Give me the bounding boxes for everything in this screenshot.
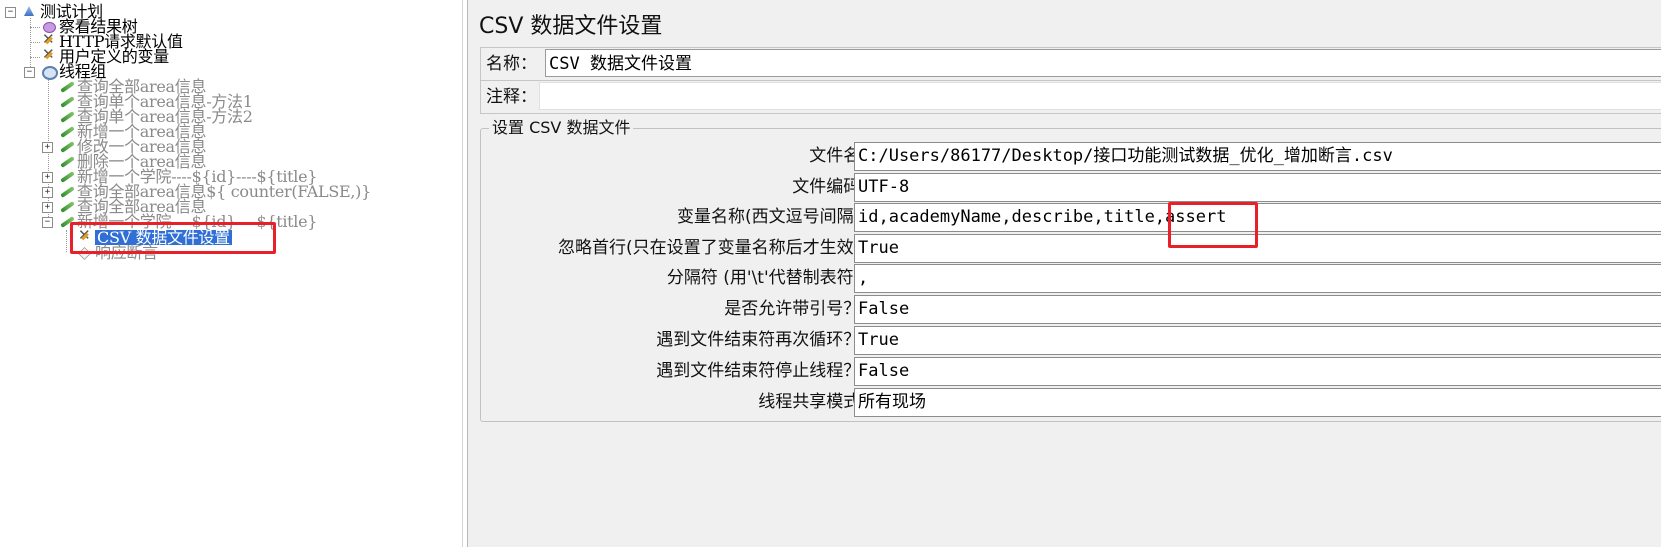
expand-toggle-query-all-2[interactable]: +: [42, 202, 53, 213]
sampler-icon: [58, 109, 76, 124]
collapse-toggle-add-academy-2[interactable]: −: [42, 217, 53, 228]
highlight-box: [70, 222, 276, 254]
test-plan-icon: [21, 4, 39, 19]
delimiter-field[interactable]: ,: [854, 264, 1661, 293]
sharing-mode-label: 线程共享模式:: [758, 392, 866, 412]
recycle-on-eof-field[interactable]: True: [854, 326, 1661, 355]
name-field[interactable]: CSV 数据文件设置: [545, 49, 1661, 77]
recycle-on-eof-label: 遇到文件结束符再次循环？:: [656, 330, 866, 350]
thread-group-icon: [40, 64, 58, 80]
stop-thread-on-eof-label: 遇到文件结束符停止线程？:: [656, 361, 866, 381]
sharing-mode-field[interactable]: 所有现场: [854, 388, 1661, 417]
csv-settings-group: 设置 CSV 数据文件 文件名: C:/Users/86177/Desktop/…: [480, 118, 1661, 422]
expand-toggle-add-academy-1[interactable]: +: [42, 172, 53, 183]
ignore-first-line-label: 忽略首行(只在设置了变量名称后才生效):: [558, 238, 866, 258]
sampler-icon: [58, 124, 76, 139]
sampler-icon: [58, 169, 76, 184]
sampler-icon: [58, 139, 76, 154]
group-title: 设置 CSV 数据文件: [489, 118, 634, 138]
sampler-icon: [58, 79, 76, 94]
sampler-icon: [58, 184, 76, 199]
comment-label: 注释：: [486, 87, 537, 107]
allow-quoted-label: 是否允许带引号？:: [724, 299, 866, 319]
tree-connector: [30, 57, 40, 58]
comment-row: 注释：: [480, 80, 1661, 114]
stop-thread-on-eof-field[interactable]: False: [854, 357, 1661, 386]
sampler-icon: [58, 154, 76, 169]
sampler-icon: [58, 199, 76, 214]
comment-field[interactable]: [539, 82, 1661, 110]
expand-toggle-query-counter[interactable]: +: [42, 187, 53, 198]
expand-toggle-modify[interactable]: +: [42, 142, 53, 153]
delimiter-label: 分隔符 (用'\t'代替制表符):: [666, 268, 866, 288]
config-element-icon: [40, 47, 58, 64]
variable-names-label: 变量名称(西文逗号间隔):: [677, 207, 866, 227]
tree-connector: [30, 27, 40, 28]
page-title: CSV 数据文件设置: [479, 14, 663, 39]
allow-quoted-field[interactable]: False: [854, 295, 1661, 324]
filename-field[interactable]: C:/Users/86177/Desktop/接口功能测试数据_优化_增加断言.…: [854, 142, 1661, 171]
file-encoding-field[interactable]: UTF-8: [854, 173, 1661, 202]
name-row: 名称： CSV 数据文件设置: [480, 47, 1661, 81]
csv-data-set-config-panel: CSV 数据文件设置 名称： CSV 数据文件设置 注释： 设置 CSV 数据文…: [467, 0, 1661, 547]
highlight-box: [1168, 202, 1258, 248]
collapse-toggle-thread-group[interactable]: −: [24, 67, 35, 78]
tree-connector: [66, 230, 67, 252]
tree-connector: [30, 42, 40, 43]
test-plan-tree: − − + + + + − 测试计划 察看结果树 HTTP请求默认值 用户定义的…: [0, 0, 463, 547]
collapse-toggle-root[interactable]: −: [5, 7, 16, 18]
name-label: 名称：: [486, 54, 537, 74]
sampler-icon: [58, 94, 76, 109]
